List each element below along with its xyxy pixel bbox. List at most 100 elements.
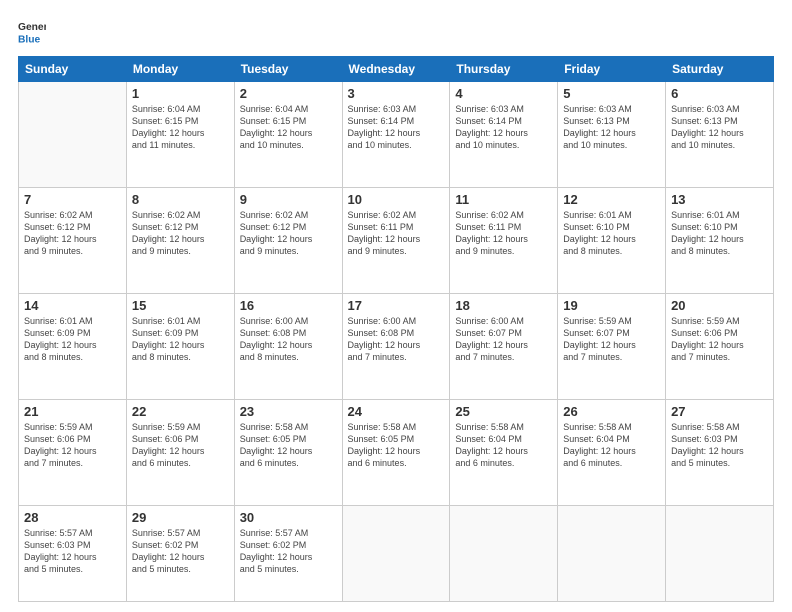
- day-number: 27: [671, 404, 768, 419]
- day-info: Sunrise: 6:02 AM Sunset: 6:11 PM Dayligh…: [348, 209, 445, 258]
- day-number: 13: [671, 192, 768, 207]
- calendar-cell: 28Sunrise: 5:57 AM Sunset: 6:03 PM Dayli…: [19, 505, 127, 601]
- day-info: Sunrise: 5:57 AM Sunset: 6:02 PM Dayligh…: [132, 527, 229, 576]
- calendar-cell: 17 Sunrise: 6:00 AM Sunset: 6:08 PM Dayli…: [342, 293, 450, 399]
- day-number: 3: [348, 86, 445, 101]
- day-info: Sunrise: 6:00 AM Sunset: 6:08 PM Dayligh…: [348, 315, 445, 364]
- day-number: 11: [455, 192, 552, 207]
- header-thursday: Thursday: [450, 57, 558, 82]
- day-number: 10: [348, 192, 445, 207]
- day-number: 21: [24, 404, 121, 419]
- day-number: 15: [132, 298, 229, 313]
- day-info: Sunrise: 6:01 AM Sunset: 6:09 PM Dayligh…: [132, 315, 229, 364]
- day-info: Sunrise: 6:03 AM Sunset: 6:13 PM Dayligh…: [563, 103, 660, 152]
- day-info: Sunrise: 6:04 AM Sunset: 6:15 PM Dayligh…: [240, 103, 337, 152]
- logo-icon: General Blue: [18, 18, 46, 46]
- weekday-header-row: Sunday Monday Tuesday Wednesday Thursday…: [19, 57, 774, 82]
- day-info: Sunrise: 5:59 AM Sunset: 6:07 PM Dayligh…: [563, 315, 660, 364]
- calendar-page: General Blue Sunday Monday Tuesday Wedne…: [0, 0, 792, 612]
- header-tuesday: Tuesday: [234, 57, 342, 82]
- day-info: Sunrise: 5:58 AM Sunset: 6:04 PM Dayligh…: [455, 421, 552, 470]
- calendar-cell: 30 Sunrise: 5:57 AM Sunset: 6:02 PM Dayli…: [234, 505, 342, 601]
- day-number: 18: [455, 298, 552, 313]
- day-info: Sunrise: 6:01 AM Sunset: 6:10 PM Dayligh…: [671, 209, 768, 258]
- calendar-cell: 1 Sunrise: 6:04 AM Sunset: 6:15 PM Daylig…: [126, 82, 234, 188]
- calendar-cell: 15 Sunrise: 6:01 AM Sunset: 6:09 PM Dayli…: [126, 293, 234, 399]
- day-number: 24: [348, 404, 445, 419]
- day-number: 2: [240, 86, 337, 101]
- calendar-cell: [558, 505, 666, 601]
- calendar-cell: 29 Sunrise: 5:57 AM Sunset: 6:02 PM Dayli…: [126, 505, 234, 601]
- day-info: Sunrise: 6:02 AM Sunset: 6:11 PM Dayligh…: [455, 209, 552, 258]
- calendar-cell: 24 Sunrise: 5:58 AM Sunset: 6:05 PM Dayli…: [342, 399, 450, 505]
- calendar-cell: 8 Sunrise: 6:02 AM Sunset: 6:12 PM Daylig…: [126, 187, 234, 293]
- calendar-cell: 9 Sunrise: 6:02 AM Sunset: 6:12 PM Daylig…: [234, 187, 342, 293]
- day-info: Sunrise: 5:58 AM Sunset: 6:05 PM Dayligh…: [240, 421, 337, 470]
- calendar-cell: 22Sunrise: 5:59 AM Sunset: 6:06 PM Dayli…: [126, 399, 234, 505]
- day-info: Sunrise: 6:01 AM Sunset: 6:09 PM Dayligh…: [24, 315, 121, 364]
- day-info: Sunrise: 6:03 AM Sunset: 6:14 PM Dayligh…: [348, 103, 445, 152]
- calendar-cell: [450, 505, 558, 601]
- calendar-cell: 13 Sunrise: 6:01 AM Sunset: 6:10 PM Dayli…: [666, 187, 774, 293]
- calendar-cell: 27 Sunrise: 5:58 AM Sunset: 6:03 PM Dayli…: [666, 399, 774, 505]
- day-info: Sunrise: 6:03 AM Sunset: 6:14 PM Dayligh…: [455, 103, 552, 152]
- day-number: 28: [24, 510, 121, 525]
- day-number: 6: [671, 86, 768, 101]
- day-number: 14: [24, 298, 121, 313]
- day-number: 20: [671, 298, 768, 313]
- page-header: General Blue: [18, 18, 774, 46]
- calendar-cell: 21 Sunrise: 5:59 AM Sunset: 6:06 PM Dayli…: [19, 399, 127, 505]
- day-info: Sunrise: 6:02 AM Sunset: 6:12 PM Dayligh…: [132, 209, 229, 258]
- day-number: 9: [240, 192, 337, 207]
- day-info: Sunrise: 6:02 AM Sunset: 6:12 PM Dayligh…: [240, 209, 337, 258]
- day-number: 25: [455, 404, 552, 419]
- calendar-cell: 14 Sunrise: 6:01 AM Sunset: 6:09 PM Dayli…: [19, 293, 127, 399]
- calendar-cell: 25 Sunrise: 5:58 AM Sunset: 6:04 PM Dayli…: [450, 399, 558, 505]
- calendar-cell: 18 Sunrise: 6:00 AM Sunset: 6:07 PM Dayli…: [450, 293, 558, 399]
- day-info: Sunrise: 6:04 AM Sunset: 6:15 PM Dayligh…: [132, 103, 229, 152]
- svg-text:General: General: [18, 22, 46, 33]
- day-info: Sunrise: 6:00 AM Sunset: 6:07 PM Dayligh…: [455, 315, 552, 364]
- day-info: Sunrise: 5:58 AM Sunset: 6:04 PM Dayligh…: [563, 421, 660, 470]
- calendar-cell: 26Sunrise: 5:58 AM Sunset: 6:04 PM Dayli…: [558, 399, 666, 505]
- calendar-cell: 3 Sunrise: 6:03 AM Sunset: 6:14 PM Daylig…: [342, 82, 450, 188]
- day-info: Sunrise: 6:00 AM Sunset: 6:08 PM Dayligh…: [240, 315, 337, 364]
- day-info: Sunrise: 5:57 AM Sunset: 6:02 PM Dayligh…: [240, 527, 337, 576]
- header-wednesday: Wednesday: [342, 57, 450, 82]
- calendar-cell: 10 Sunrise: 6:02 AM Sunset: 6:11 PM Dayli…: [342, 187, 450, 293]
- day-info: Sunrise: 6:01 AM Sunset: 6:10 PM Dayligh…: [563, 209, 660, 258]
- day-number: 16: [240, 298, 337, 313]
- day-number: 29: [132, 510, 229, 525]
- logo: General Blue: [18, 18, 50, 46]
- calendar-cell: 16 Sunrise: 6:00 AM Sunset: 6:08 PM Dayli…: [234, 293, 342, 399]
- calendar-cell: 23 Sunrise: 5:58 AM Sunset: 6:05 PM Dayli…: [234, 399, 342, 505]
- calendar-cell: 5 Sunrise: 6:03 AM Sunset: 6:13 PM Daylig…: [558, 82, 666, 188]
- day-number: 4: [455, 86, 552, 101]
- calendar-cell: 12Sunrise: 6:01 AM Sunset: 6:10 PM Dayli…: [558, 187, 666, 293]
- calendar-cell: 19 Sunrise: 5:59 AM Sunset: 6:07 PM Dayli…: [558, 293, 666, 399]
- day-info: Sunrise: 5:58 AM Sunset: 6:03 PM Dayligh…: [671, 421, 768, 470]
- day-info: Sunrise: 5:59 AM Sunset: 6:06 PM Dayligh…: [24, 421, 121, 470]
- day-number: 5: [563, 86, 660, 101]
- day-number: 17: [348, 298, 445, 313]
- header-friday: Friday: [558, 57, 666, 82]
- day-number: 19: [563, 298, 660, 313]
- day-info: Sunrise: 6:02 AM Sunset: 6:12 PM Dayligh…: [24, 209, 121, 258]
- day-number: 22: [132, 404, 229, 419]
- day-info: Sunrise: 6:03 AM Sunset: 6:13 PM Dayligh…: [671, 103, 768, 152]
- day-number: 1: [132, 86, 229, 101]
- day-number: 7: [24, 192, 121, 207]
- calendar-cell: 7 Sunrise: 6:02 AM Sunset: 6:12 PM Daylig…: [19, 187, 127, 293]
- calendar-cell: 20 Sunrise: 5:59 AM Sunset: 6:06 PM Dayli…: [666, 293, 774, 399]
- day-number: 30: [240, 510, 337, 525]
- calendar-cell: 4 Sunrise: 6:03 AM Sunset: 6:14 PM Daylig…: [450, 82, 558, 188]
- day-number: 23: [240, 404, 337, 419]
- day-info: Sunrise: 5:59 AM Sunset: 6:06 PM Dayligh…: [671, 315, 768, 364]
- calendar-cell: [19, 82, 127, 188]
- header-sunday: Sunday: [19, 57, 127, 82]
- day-info: Sunrise: 5:58 AM Sunset: 6:05 PM Dayligh…: [348, 421, 445, 470]
- calendar-cell: 6 Sunrise: 6:03 AM Sunset: 6:13 PM Daylig…: [666, 82, 774, 188]
- calendar-cell: [342, 505, 450, 601]
- day-number: 8: [132, 192, 229, 207]
- calendar-cell: [666, 505, 774, 601]
